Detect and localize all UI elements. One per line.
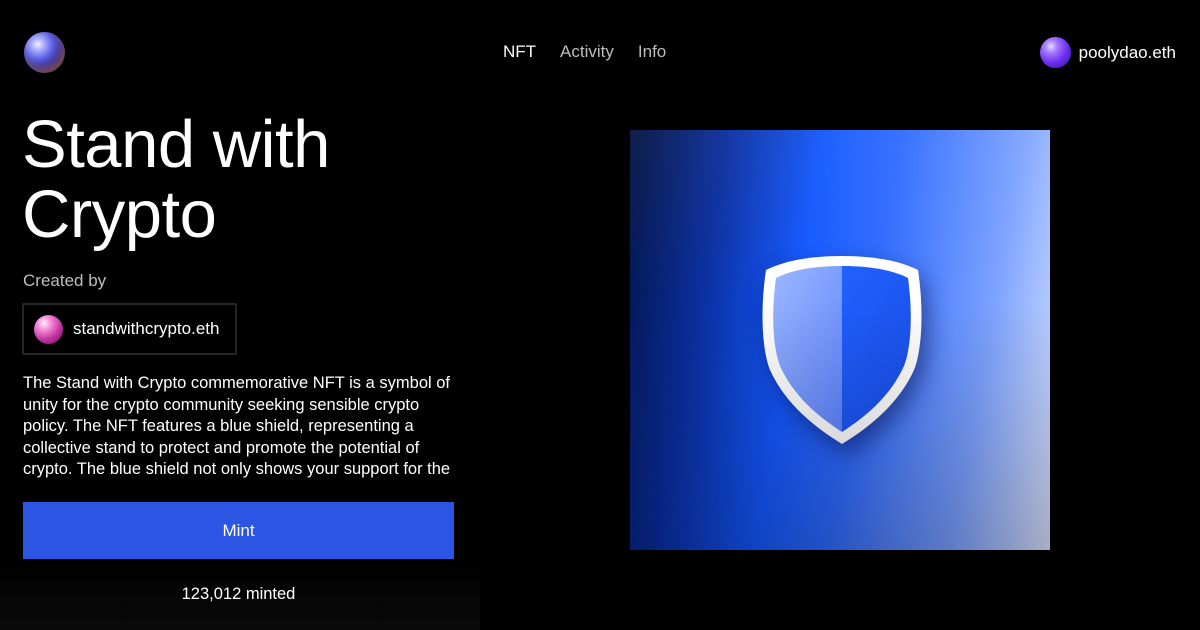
account-button[interactable]: poolydao.eth bbox=[1039, 37, 1176, 68]
account-avatar bbox=[1039, 37, 1071, 68]
minted-count: 123,012 minted bbox=[181, 585, 296, 603]
shield-icon bbox=[762, 256, 922, 444]
nft-image bbox=[630, 130, 1050, 550]
creator-name: standwithcrypto.eth bbox=[73, 319, 220, 338]
creator-link[interactable]: standwithcrypto.eth bbox=[22, 303, 237, 355]
creator-avatar bbox=[34, 314, 63, 344]
logo-icon[interactable] bbox=[24, 32, 65, 73]
nav-nft[interactable]: NFT bbox=[503, 42, 536, 62]
nav-activity[interactable]: Activity bbox=[560, 42, 614, 62]
created-by-label: Created by bbox=[23, 271, 107, 290]
mint-button[interactable]: Mint bbox=[23, 502, 454, 559]
account-name: poolydao.eth bbox=[1078, 42, 1176, 62]
page-title: Stand with Crypto bbox=[22, 107, 330, 252]
nav-info[interactable]: Info bbox=[638, 42, 666, 62]
description-text: The Stand with Crypto commemorative NFT … bbox=[23, 374, 451, 478]
main-nav: NFT Activity Info bbox=[503, 42, 666, 62]
description-scroll[interactable]: The Stand with Crypto commemorative NFT … bbox=[23, 373, 463, 480]
